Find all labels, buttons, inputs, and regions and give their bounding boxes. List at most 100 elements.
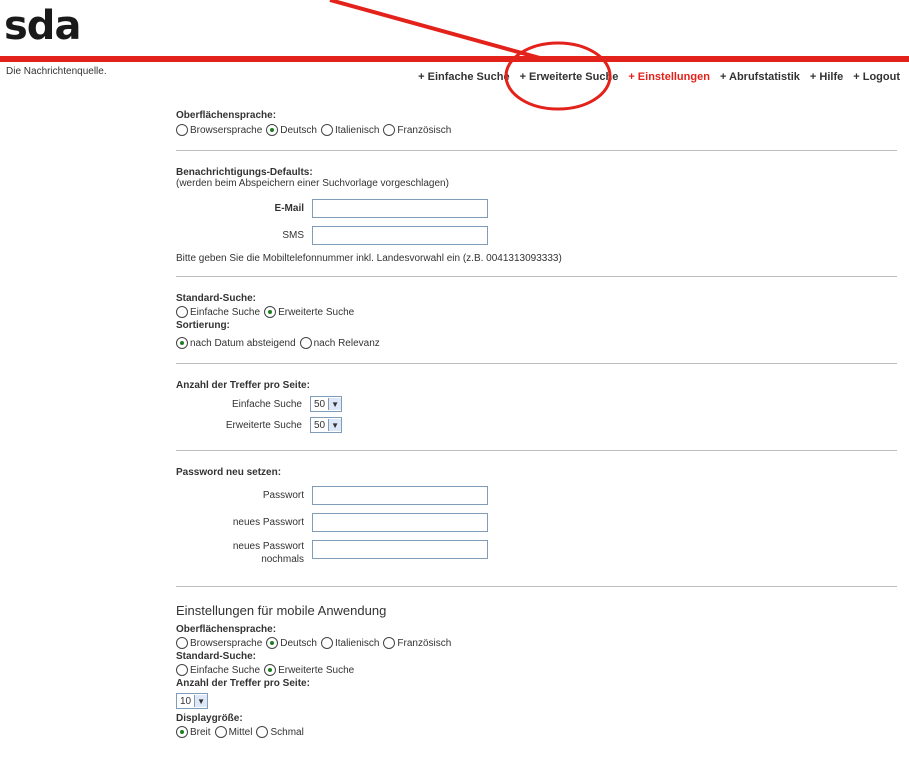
mobile-radio-browsersprache[interactable]: Browsersprache — [176, 637, 262, 649]
radio-button[interactable] — [176, 637, 188, 649]
radio-button[interactable] — [299, 337, 312, 349]
radio-label: nach Datum absteigend — [190, 337, 296, 349]
radio-schmal[interactable]: Schmal — [256, 726, 304, 738]
repeat-password-label-line1: neues Passwort — [232, 541, 304, 552]
radio-button[interactable] — [176, 726, 188, 738]
nav-abrufstatistik[interactable]: + Abrufstatistik — [720, 71, 800, 83]
radio-label: nach Relevanz — [313, 337, 380, 349]
radio-label: Deutsch — [280, 637, 317, 649]
repeat-password-label: neues Passwort nochmals — [176, 540, 312, 566]
email-label: E-Mail — [274, 203, 304, 214]
sms-note: Bitte geben Sie die Mobiltelefonnummer i… — [176, 253, 562, 264]
radio-label: Deutsch — [280, 124, 317, 136]
radio-italienisch[interactable]: Italienisch — [320, 124, 380, 136]
mobile-display-heading: Displaygröße: — [176, 713, 243, 724]
password-label: Passwort — [262, 490, 304, 501]
mobile-radio-italienisch[interactable]: Italienisch — [320, 637, 380, 649]
radio-button[interactable] — [383, 124, 396, 136]
new-password-label: neues Passwort — [232, 517, 304, 528]
radio-mittel[interactable]: Mittel — [214, 726, 253, 738]
chevron-down-icon[interactable]: ▼ — [194, 695, 208, 707]
mobile-radio-franzoesisch[interactable]: Französisch — [383, 637, 451, 649]
nav-hilfe[interactable]: + Hilfe — [810, 71, 843, 83]
nav-einstellungen[interactable]: + Einstellungen — [628, 71, 710, 83]
radio-button[interactable] — [256, 726, 269, 738]
top-nav: + Einfache Suche + Erweiterte Suche + Ei… — [380, 71, 900, 83]
radio-button[interactable] — [176, 664, 188, 676]
radio-label: Italienisch — [334, 124, 380, 136]
settings-content: Oberflächensprache: Browsersprache Deuts… — [176, 110, 897, 768]
mobile-radio-erweiterte-suche[interactable]: Erweiterte Suche — [264, 664, 354, 676]
radio-button[interactable] — [176, 306, 188, 318]
mobile-radio-einfache-suche[interactable]: Einfache Suche — [176, 664, 260, 676]
radio-einfache-suche[interactable]: Einfache Suche — [176, 306, 260, 318]
tagline: Die Nachrichtenquelle. — [6, 66, 107, 77]
password-section: Password neu setzen: Passwort neues Pass… — [176, 467, 897, 587]
notify-heading: Benachrichtigungs-Defaults: — [176, 167, 313, 178]
select-value: 50 — [314, 398, 326, 410]
radio-button[interactable] — [266, 637, 279, 649]
radio-button[interactable] — [176, 337, 188, 349]
mobile-language-heading: Oberflächensprache: — [176, 624, 277, 635]
standard-search-heading: Standard-Suche: — [176, 293, 257, 304]
radio-label: Erweiterte Suche — [278, 306, 355, 318]
chevron-down-icon[interactable]: ▼ — [328, 419, 342, 431]
sms-label: SMS — [282, 230, 304, 241]
password-heading: Password neu setzen: — [176, 467, 282, 478]
repeat-password-label-line2: nochmals — [261, 554, 304, 565]
sda-logo: sda — [4, 3, 81, 49]
radio-nach-relevanz[interactable]: nach Relevanz — [299, 337, 380, 349]
repeat-password-field[interactable] — [312, 540, 488, 559]
mobile-title: Einstellungen für mobile Anwendung — [176, 603, 387, 618]
radio-button[interactable] — [266, 124, 279, 136]
radio-label: Breit — [190, 726, 211, 738]
hits-advanced-select[interactable]: 50 ▼ — [310, 417, 343, 433]
radio-nach-datum[interactable]: nach Datum absteigend — [176, 337, 296, 349]
mobile-hits-heading: Anzahl der Treffer pro Seite: — [176, 678, 310, 689]
hits-section: Anzahl der Treffer pro Seite: Einfache S… — [176, 380, 897, 451]
nav-einfache-suche[interactable]: + Einfache Suche — [418, 71, 509, 83]
hits-heading: Anzahl der Treffer pro Seite: — [176, 380, 310, 391]
radio-label: Erweiterte Suche — [278, 664, 355, 676]
radio-browsersprache[interactable]: Browsersprache — [176, 124, 262, 136]
radio-label: Browsersprache — [190, 124, 263, 136]
language-heading: Oberflächensprache: — [176, 110, 277, 121]
nav-erweiterte-suche[interactable]: + Erweiterte Suche — [520, 71, 619, 83]
radio-label: Französisch — [397, 637, 452, 649]
notify-section: Benachrichtigungs-Defaults: (werden beim… — [176, 167, 897, 277]
password-field[interactable] — [312, 486, 488, 505]
select-value: 10 — [180, 695, 192, 707]
hits-simple-label: Einfache Suche — [231, 398, 302, 410]
radio-button[interactable] — [214, 726, 227, 738]
sort-heading: Sortierung: — [176, 320, 230, 331]
radio-button[interactable] — [320, 637, 333, 649]
language-section: Oberflächensprache: Browsersprache Deuts… — [176, 110, 897, 151]
mobile-radio-deutsch[interactable]: Deutsch — [266, 637, 317, 649]
sms-field[interactable] — [312, 226, 488, 245]
hits-advanced-label: Erweiterte Suche — [225, 419, 302, 431]
radio-button[interactable] — [383, 637, 396, 649]
radio-label: Italienisch — [334, 637, 380, 649]
radio-breit[interactable]: Breit — [176, 726, 211, 738]
radio-erweiterte-suche[interactable]: Erweiterte Suche — [264, 306, 354, 318]
radio-button[interactable] — [264, 664, 277, 676]
new-password-field[interactable] — [312, 513, 488, 532]
hits-simple-select[interactable]: 50 ▼ — [310, 396, 343, 412]
radio-label: Französisch — [397, 124, 452, 136]
notify-subheading: (werden beim Abspeichern einer Suchvorla… — [176, 178, 449, 189]
radio-franzoesisch[interactable]: Französisch — [383, 124, 451, 136]
radio-label: Browsersprache — [190, 637, 263, 649]
radio-button[interactable] — [176, 124, 188, 136]
radio-button[interactable] — [264, 306, 277, 318]
mobile-hits-select[interactable]: 10 ▼ — [176, 693, 209, 709]
select-value: 50 — [314, 419, 326, 431]
radio-button[interactable] — [320, 124, 333, 136]
radio-deutsch[interactable]: Deutsch — [266, 124, 317, 136]
email-field[interactable] — [312, 199, 488, 218]
chevron-down-icon[interactable]: ▼ — [328, 398, 342, 410]
mobile-section: Einstellungen für mobile Anwendung Oberf… — [176, 603, 897, 752]
nav-logout[interactable]: + Logout — [853, 71, 900, 83]
radio-label: Mittel — [228, 726, 253, 738]
radio-label: Einfache Suche — [190, 664, 261, 676]
search-section: Standard-Suche: Einfache Suche Erweitert… — [176, 293, 897, 364]
